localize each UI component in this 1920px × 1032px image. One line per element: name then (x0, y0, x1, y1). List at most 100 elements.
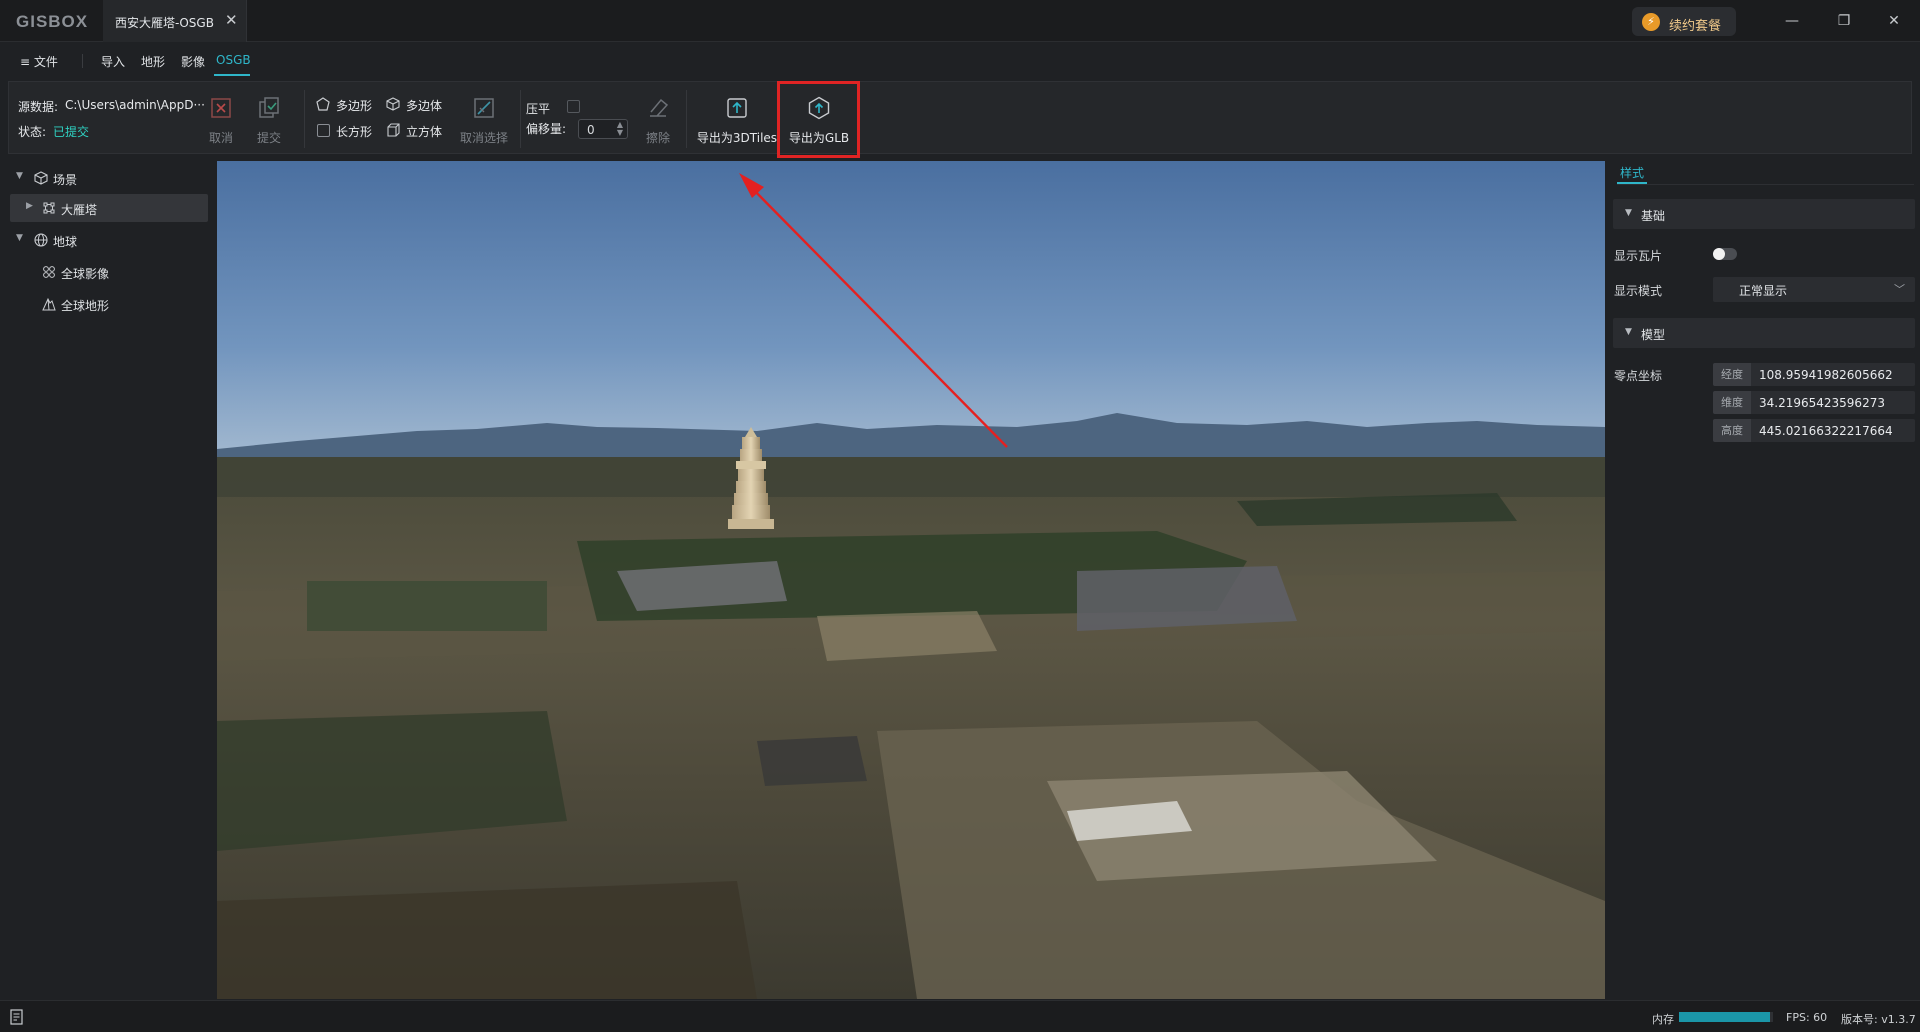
menu-bar: ≡ 文件 导入 地形 影像 OSGB (0, 42, 1920, 79)
fps-readout: FPS: 60 (1786, 1011, 1828, 1024)
submit-button[interactable]: 提交 (253, 82, 285, 155)
memory-usage-bar (1679, 1012, 1773, 1022)
renew-plan-button[interactable]: ⚡ 续约套餐 (1632, 7, 1736, 36)
window-close-icon[interactable]: ✕ (1882, 10, 1906, 32)
rectangle-checkbox[interactable] (317, 124, 330, 137)
version-label: 版本号: v1.3.7 (1841, 1013, 1916, 1026)
height-field[interactable]: 高度 445.02166322217664 (1713, 419, 1915, 442)
close-tab-icon[interactable]: ✕ (225, 11, 238, 29)
document-tab[interactable]: 西安大雁塔-OSGB ✕ (103, 0, 247, 42)
menu-osgb[interactable]: OSGB (216, 53, 251, 67)
toolbar-divider (304, 90, 305, 148)
tree-item-globe[interactable]: ▼ 地球 (10, 226, 208, 254)
display-mode-select[interactable]: 正常显示 ﹀ (1713, 277, 1915, 302)
chevron-down-icon[interactable]: ▼ (16, 233, 23, 243)
status-value: 已提交 (53, 125, 90, 139)
latitude-label: 维度 (1713, 391, 1751, 414)
source-path: C:\Users\admin\AppD··· (65, 98, 205, 112)
source-label: 源数据: (18, 100, 59, 114)
model-layer-icon (43, 202, 55, 214)
tab-style[interactable]: 样式 (1617, 162, 1647, 184)
status-bar: 内存 FPS: 60 版本号: v1.3.7 (0, 1000, 1920, 1032)
lightning-icon: ⚡ (1642, 13, 1660, 31)
show-tiles-label: 显示瓦片 (1614, 249, 1663, 263)
cancel-selection-icon (474, 98, 494, 118)
tree-item-label: 全球影像 (61, 267, 110, 281)
chevron-down-icon[interactable]: ▼ (1625, 208, 1632, 218)
longitude-value: 108.95941982605662 (1759, 368, 1893, 382)
menu-file[interactable]: ≡ 文件 (20, 53, 58, 70)
toolbar-divider (520, 90, 521, 148)
export-3dtiles-label: 导出为3DTiles (696, 131, 778, 145)
cube-icon[interactable] (386, 123, 400, 137)
display-mode-label: 显示模式 (1614, 284, 1663, 298)
maximize-icon[interactable]: ❐ (1832, 10, 1856, 32)
tree-item-dayanta[interactable]: ▶ 大雁塔 (10, 194, 208, 222)
app-logo: GISBOX (16, 12, 89, 31)
memory-label: 内存 (1652, 1013, 1674, 1026)
polyhedron-icon[interactable] (386, 97, 400, 111)
offset-label: 偏移量: (526, 122, 567, 136)
menu-terrain[interactable]: 地形 (141, 53, 165, 70)
renew-plan-label: 续约套餐 (1669, 19, 1722, 34)
menu-active-indicator (214, 74, 250, 76)
chevron-down-icon[interactable]: ▼ (16, 171, 23, 181)
longitude-label: 经度 (1713, 363, 1751, 386)
flatten-label: 压平 (526, 102, 551, 116)
stepper-arrows-icon[interactable]: ▲ ▼ (617, 121, 623, 137)
minimize-icon[interactable]: — (1780, 10, 1804, 32)
3d-viewport[interactable] (217, 161, 1605, 999)
tree-item-global-terrain[interactable]: 全球地形 (10, 290, 208, 318)
menu-divider (82, 54, 83, 68)
chevron-down-icon[interactable]: ▼ (1625, 327, 1632, 337)
rectangle-label[interactable]: 长方形 (336, 123, 372, 140)
toggle-knob (1713, 248, 1725, 260)
chevron-right-icon[interactable]: ▶ (26, 201, 33, 211)
menu-imagery[interactable]: 影像 (181, 53, 205, 70)
chevron-down-icon: ﹀ (1894, 283, 1905, 296)
origin-coordinate-label: 零点坐标 (1614, 369, 1663, 383)
offset-input[interactable]: 0 ▲ ▼ (578, 119, 628, 139)
export-3dtiles-icon (727, 98, 747, 118)
memory-usage-fill (1679, 1012, 1771, 1022)
menu-import[interactable]: 导入 (101, 53, 125, 70)
export-3dtiles-button[interactable]: 导出为3DTiles (696, 82, 778, 155)
annotation-highlight-box (777, 81, 860, 158)
latitude-value: 34.21965423596273 (1759, 396, 1885, 410)
cube-label[interactable]: 立方体 (406, 123, 442, 140)
polygon-label[interactable]: 多边形 (336, 97, 372, 114)
tree-item-label: 大雁塔 (61, 203, 98, 217)
tree-item-label: 全球地形 (61, 299, 110, 313)
erase-button[interactable]: 擦除 (639, 82, 677, 155)
imagery-icon (43, 266, 55, 278)
toolbar-divider (686, 90, 687, 148)
cancel-selection-button[interactable]: 取消选择 (457, 82, 511, 155)
erase-label: 擦除 (645, 131, 670, 145)
offset-value: 0 (587, 123, 595, 137)
scene-tree: ▼ 场景 ▶ 大雁塔 ▼ 地球 全球影像 全球地形 (0, 160, 213, 999)
polyhedron-label[interactable]: 多边体 (406, 97, 442, 114)
section-basic[interactable]: ▼ 基础 (1613, 199, 1915, 229)
section-model[interactable]: ▼ 模型 (1613, 318, 1915, 348)
show-tiles-toggle[interactable] (1713, 248, 1737, 260)
tree-item-global-imagery[interactable]: 全球影像 (10, 258, 208, 286)
cube-icon (34, 171, 48, 185)
tree-item-scene[interactable]: ▼ 场景 (10, 164, 208, 192)
flatten-checkbox[interactable] (567, 100, 580, 113)
osgb-toolbar: 源数据: C:\Users\admin\AppD··· 状态: 已提交 取消 提… (8, 81, 1912, 154)
terrain-icon (42, 297, 56, 311)
cancel-button[interactable]: 取消 (205, 82, 237, 155)
latitude-field[interactable]: 维度 34.21965423596273 (1713, 391, 1915, 414)
document-tab-title: 西安大雁塔-OSGB (115, 16, 214, 30)
section-model-label: 模型 (1641, 328, 1666, 342)
cancel-icon (211, 98, 231, 118)
title-bar: GISBOX 西安大雁塔-OSGB ✕ ⚡ 续约套餐 — ❐ ✕ (0, 0, 1920, 42)
eraser-icon (650, 98, 669, 117)
longitude-field[interactable]: 经度 108.95941982605662 (1713, 363, 1915, 386)
section-basic-label: 基础 (1641, 209, 1666, 223)
cancel-label: 取消 (208, 131, 233, 145)
log-icon[interactable] (10, 1009, 24, 1025)
polygon-icon[interactable] (316, 97, 330, 111)
tab-divider (1617, 184, 1914, 185)
tree-item-label: 场景 (53, 173, 78, 187)
